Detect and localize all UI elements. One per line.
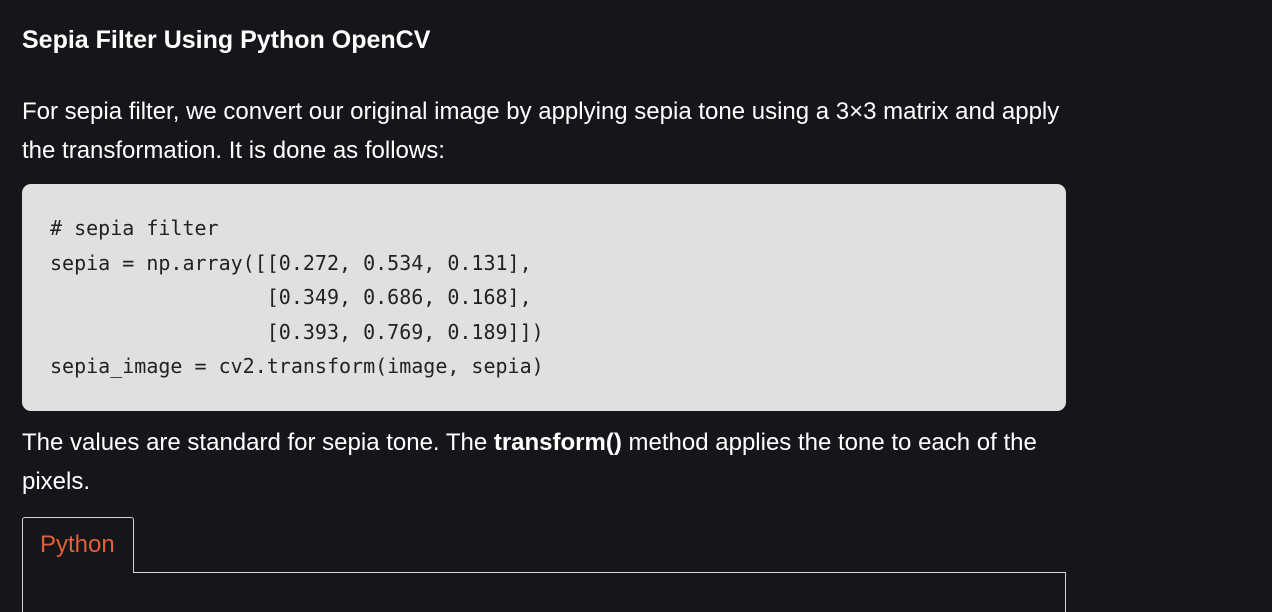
intro-paragraph: For sepia filter, we convert our origina…: [22, 98, 1060, 164]
code-block: # sepia filter sepia = np.array([[0.272,…: [22, 184, 1066, 411]
method-name: transform(): [493, 429, 622, 456]
code-line: sepia = np.array([[0.272, 0.534, 0.131],: [50, 250, 532, 275]
code-line: [0.393, 0.769, 0.189]]): [50, 319, 544, 344]
tab-python[interactable]: Python: [22, 517, 134, 573]
code-line: sepia_image = cv2.transform(image, sepia…: [50, 354, 544, 378]
explanation-text-before: The values are standard for sepia tone. …: [22, 429, 494, 456]
section-heading: Sepia Filter Using Python OpenCV: [22, 26, 431, 54]
code-line: # sepia filter: [50, 216, 219, 240]
tab-panel: [22, 572, 1066, 612]
code-line: [0.349, 0.686, 0.168],: [50, 285, 532, 309]
explanation-paragraph: The values are standard for sepia tone. …: [22, 423, 1066, 501]
